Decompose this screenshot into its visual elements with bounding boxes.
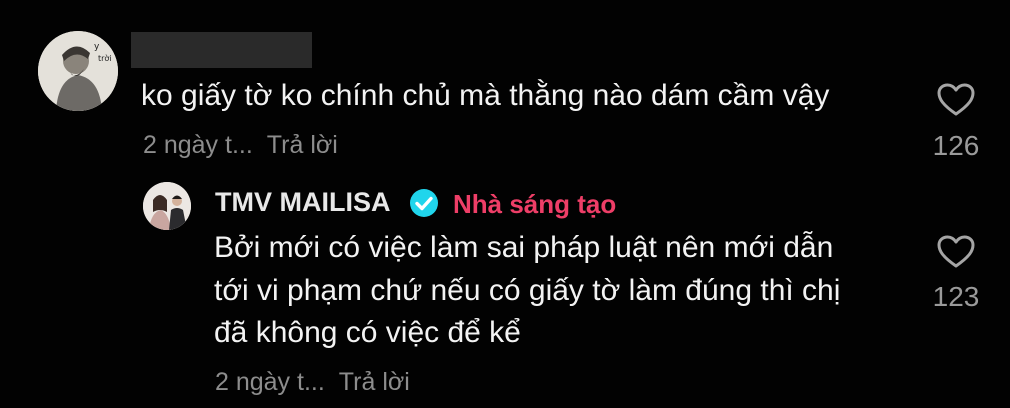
reply-author-name[interactable]: TMV MAILISA <box>215 187 391 218</box>
verified-badge-icon <box>410 189 438 217</box>
comment-like-button[interactable] <box>937 83 975 122</box>
svg-text:y: y <box>94 42 100 52</box>
comment-meta: 2 ngày t... Trả lời <box>143 131 338 160</box>
reply-meta: 2 ngày t... Trả lời <box>215 368 410 397</box>
reply-text-line-2: tới vi phạm chứ nếu có giấy tờ làm đúng … <box>214 274 841 307</box>
reply-time: 2 ngày t... <box>215 368 325 396</box>
creator-badge-label: Nhà sáng tạo <box>453 189 617 219</box>
comment-text: ko giấy tờ ko chính chủ mà thằng nào dám… <box>141 79 830 112</box>
commenter-avatar[interactable]: y trời <box>38 31 118 111</box>
reply-like-button[interactable] <box>937 235 975 274</box>
verified-badge <box>408 187 440 224</box>
reply-like-count: 123 <box>932 281 980 312</box>
creator-avatar[interactable] <box>143 182 191 230</box>
redacted-username <box>131 32 312 68</box>
reply-text-line-1: Bởi mới có việc làm sai pháp luật nên mớ… <box>214 231 834 264</box>
heart-outline-icon <box>937 235 975 268</box>
heart-outline-icon <box>937 83 975 116</box>
comment-reply-button[interactable]: Trả lời <box>267 131 338 159</box>
comment-like-count: 126 <box>932 130 980 161</box>
comment-time: 2 ngày t... <box>143 131 253 159</box>
reply-text-line-3: đã không có việc để kể <box>214 316 521 349</box>
svg-text:trời: trời <box>98 53 112 63</box>
reply-reply-button[interactable]: Trả lời <box>339 368 410 396</box>
